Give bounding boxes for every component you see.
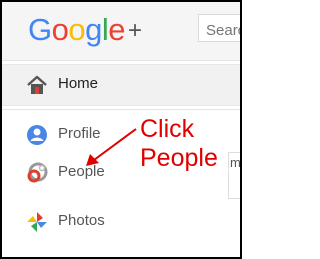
search-input[interactable] — [198, 14, 240, 42]
annotation-line: Click — [140, 115, 195, 143]
logo-letter: g — [85, 12, 102, 47]
screenshot-frame: Google+ Home Profil — [0, 0, 242, 259]
click-people-annotation: Click People — [140, 115, 240, 173]
logo-letter: o — [51, 12, 69, 47]
photos-pinwheel-icon — [26, 211, 48, 233]
logo-letter: o — [68, 12, 86, 47]
top-bar: Google + — [2, 2, 240, 61]
nav-item-home[interactable]: Home — [2, 64, 240, 106]
google-plus-logo[interactable]: Google + — [28, 10, 142, 50]
content-edge — [228, 170, 240, 199]
nav-item-label: Photos — [58, 212, 105, 229]
logo-letter: G — [28, 12, 52, 47]
home-icon — [26, 74, 48, 96]
nav-item-photos[interactable]: Photos — [2, 202, 240, 242]
logo-plus: + — [128, 17, 142, 44]
nav-divider — [2, 109, 240, 110]
nav-item-label: Profile — [58, 125, 101, 142]
nav-item-label: Home — [58, 75, 99, 92]
annotation-line: People — [140, 144, 218, 172]
nav-item-label: People — [58, 163, 105, 180]
logo-letter: e — [108, 12, 126, 47]
people-circles-icon — [26, 162, 48, 184]
profile-icon — [26, 124, 48, 146]
